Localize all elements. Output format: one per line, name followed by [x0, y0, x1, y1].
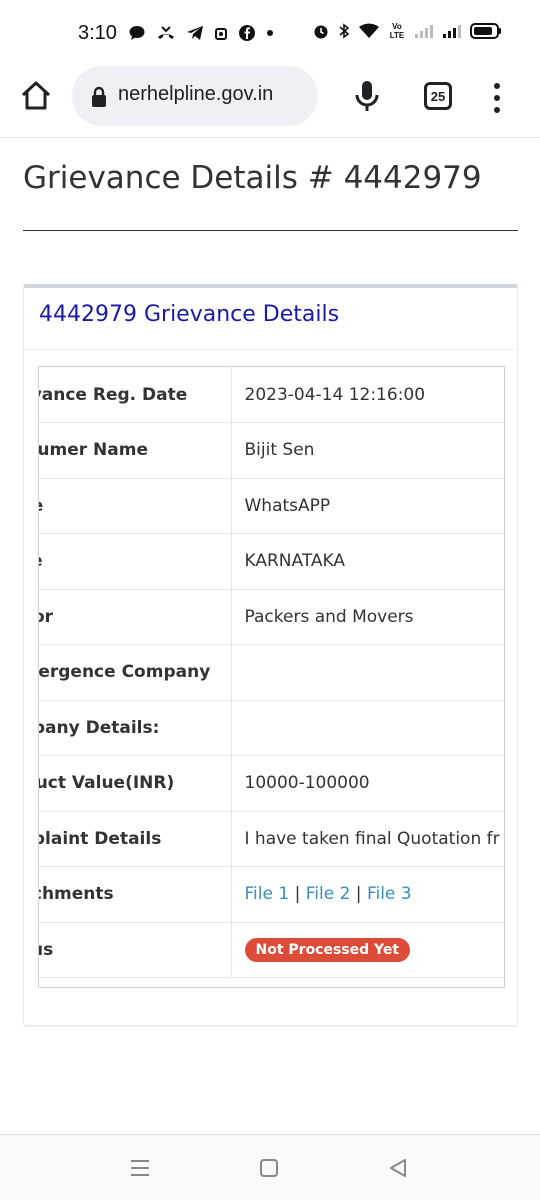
mic-icon — [355, 81, 379, 111]
more-options-button[interactable] — [490, 80, 504, 116]
separator: | — [355, 884, 362, 905]
table-row: Sector Packers and Movers — [39, 589, 504, 645]
table-row: Product Value(INR) 10000-100000 — [39, 755, 504, 812]
menu-icon — [131, 1160, 149, 1176]
volte-icon: Vo LTE — [389, 22, 405, 40]
row-value: 10000-100000 — [231, 755, 504, 812]
signal-icon — [442, 23, 462, 39]
row-label: Grievance Reg. Date — [39, 367, 232, 423]
attachments-value: File 1 | File 2 | File 3 — [231, 866, 504, 923]
table-row: Grievance Reg. Date 2023-04-14 12:16:00 — [39, 367, 504, 423]
table-row: Consumer Name Bijit Sen — [39, 422, 504, 479]
panel-header: 4442979 Grievance Details — [24, 288, 517, 350]
menu-dot-icon — [494, 83, 500, 89]
row-label: State — [39, 533, 232, 590]
voice-search-button[interactable] — [352, 78, 382, 114]
row-label: Mode — [39, 478, 232, 534]
back-button[interactable] — [386, 1155, 412, 1181]
status-value: Not Processed Yet — [231, 922, 504, 978]
status-label: Status — [39, 922, 232, 978]
browser-toolbar: nerhelpline.gov.in 25 — [0, 60, 540, 138]
notification-icons — [128, 24, 274, 42]
system-navigation-bar — [0, 1134, 540, 1200]
recorder-icon — [214, 25, 228, 41]
lock-icon[interactable] — [90, 86, 108, 112]
table-row: State KARNATAKA — [39, 533, 504, 590]
row-value: I have taken final Quotation fr — [231, 811, 504, 867]
row-label: Product Value(INR) — [39, 755, 232, 812]
status-badge: Not Processed Yet — [244, 937, 411, 962]
file-1-link[interactable]: File 1 — [245, 884, 290, 904]
home-nav-button[interactable] — [257, 1155, 283, 1181]
title-divider — [23, 230, 518, 231]
separator: | — [294, 884, 301, 905]
row-value: KARNATAKA — [231, 533, 504, 590]
table-row: Company Details: — [39, 700, 504, 756]
address-bar[interactable]: nerhelpline.gov.in — [72, 66, 318, 126]
table-row: Complaint Details I have taken final Quo… — [39, 811, 504, 867]
attachments-label: Attachments — [39, 866, 232, 923]
status-time: 3:10 — [78, 22, 117, 44]
details-table-wrapper[interactable]: Grievance Reg. Date 2023-04-14 12:16:00 … — [38, 366, 505, 988]
recent-apps-button[interactable] — [128, 1155, 154, 1181]
missed-call-icon — [156, 24, 176, 42]
row-value: 2023-04-14 12:16:00 — [231, 367, 504, 423]
battery-icon — [470, 22, 502, 40]
table-row: Convergence Company — [39, 644, 504, 701]
back-triangle-icon — [390, 1159, 406, 1177]
row-value: WhatsAPP — [231, 478, 504, 534]
row-value — [231, 700, 504, 756]
row-label: Convergence Company — [39, 644, 232, 701]
row-label: Consumer Name — [39, 422, 232, 479]
row-label: Complaint Details — [39, 811, 232, 867]
row-value: Bijit Sen — [231, 422, 504, 479]
menu-dot-icon — [494, 95, 500, 101]
home-icon — [21, 81, 51, 110]
system-icons: Vo LTE — [312, 22, 502, 40]
chat-icon — [128, 24, 146, 42]
menu-dot-icon — [494, 107, 500, 113]
panel-title: 4442979 Grievance Details — [39, 302, 340, 327]
grievance-panel: 4442979 Grievance Details Grievance Reg.… — [23, 284, 518, 1026]
bluetooth-icon — [338, 22, 350, 40]
row-label: Company Details: — [39, 700, 232, 756]
row-label: Sector — [39, 589, 232, 645]
details-table: Grievance Reg. Date 2023-04-14 12:16:00 … — [39, 367, 504, 978]
file-3-link[interactable]: File 3 — [367, 884, 412, 904]
page-title: Grievance Details # 4442979 — [23, 160, 482, 196]
row-value: Packers and Movers — [231, 589, 504, 645]
square-icon — [260, 1159, 278, 1177]
dot-icon — [266, 29, 274, 37]
wifi-icon — [358, 22, 380, 40]
tab-switcher-button[interactable]: 25 — [424, 82, 452, 110]
url-text[interactable]: nerhelpline.gov.in — [118, 83, 273, 106]
alarm-icon — [312, 22, 330, 40]
telegram-icon — [186, 24, 204, 42]
home-button[interactable] — [18, 78, 54, 114]
file-2-link[interactable]: File 2 — [306, 884, 351, 904]
table-row: Status Not Processed Yet — [39, 922, 504, 978]
row-value — [231, 644, 504, 701]
table-row: Mode WhatsAPP — [39, 478, 504, 534]
table-row: Attachments File 1 | File 2 | File 3 — [39, 866, 504, 923]
facebook-icon — [238, 24, 256, 42]
signal-icon — [414, 23, 434, 39]
